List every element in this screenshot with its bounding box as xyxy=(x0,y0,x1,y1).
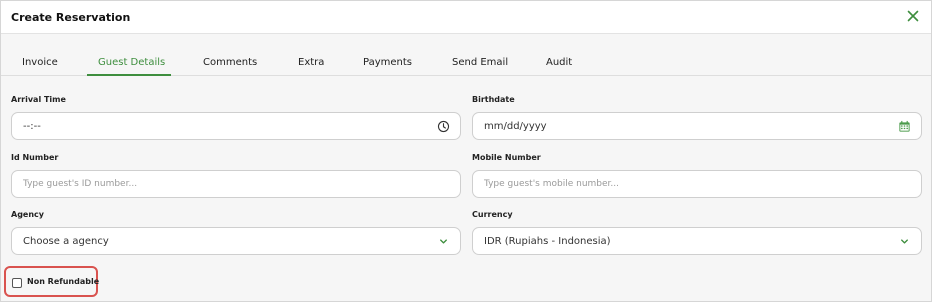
agency-select[interactable]: Choose a agency xyxy=(11,227,461,255)
id-number-field[interactable] xyxy=(11,170,461,198)
tab-bar: Invoice Guest Details Comments Extra Pay… xyxy=(1,34,931,76)
clock-icon[interactable] xyxy=(437,120,450,133)
calendar-icon[interactable] xyxy=(898,120,911,133)
tab-guest-details[interactable]: Guest Details xyxy=(98,57,165,68)
currency-selected-value: IDR (Rupiahs - Indonesia) xyxy=(484,236,611,247)
birthdate-label: Birthdate xyxy=(472,95,515,104)
id-number-input[interactable] xyxy=(12,171,460,197)
agency-selected-value: Choose a agency xyxy=(23,236,109,247)
tab-audit[interactable]: Audit xyxy=(546,57,572,68)
tab-invoice[interactable]: Invoice xyxy=(22,57,58,68)
tab-send-email[interactable]: Send Email xyxy=(452,57,508,68)
tab-extra[interactable]: Extra xyxy=(298,57,324,68)
dialog-title: Create Reservation xyxy=(11,11,131,24)
create-reservation-dialog: Create Reservation Invoice Guest Details… xyxy=(0,0,932,302)
active-tab-indicator xyxy=(87,74,171,76)
chevron-down-icon xyxy=(901,239,908,244)
arrival-time-field[interactable]: --:-- xyxy=(11,112,461,140)
agency-label: Agency xyxy=(11,210,44,219)
non-refundable-label[interactable]: Non Refundable xyxy=(27,277,99,286)
currency-select[interactable]: IDR (Rupiahs - Indonesia) xyxy=(472,227,922,255)
mobile-number-label: Mobile Number xyxy=(472,153,541,162)
birthdate-value: mm/dd/yyyy xyxy=(484,121,547,132)
tab-comments[interactable]: Comments xyxy=(203,57,257,68)
tab-payments[interactable]: Payments xyxy=(363,57,412,68)
birthdate-field[interactable]: mm/dd/yyyy xyxy=(472,112,922,140)
chevron-down-icon xyxy=(440,239,447,244)
mobile-number-field[interactable] xyxy=(472,170,922,198)
non-refundable-option[interactable]: Non Refundable xyxy=(4,266,99,297)
currency-label: Currency xyxy=(472,210,513,219)
mobile-number-input[interactable] xyxy=(473,171,921,197)
non-refundable-checkbox[interactable] xyxy=(12,278,22,288)
dialog-header: Create Reservation xyxy=(1,1,931,34)
id-number-label: Id Number xyxy=(11,153,59,162)
arrival-time-value: --:-- xyxy=(23,121,41,132)
close-icon[interactable] xyxy=(905,8,921,24)
arrival-time-label: Arrival Time xyxy=(11,95,66,104)
